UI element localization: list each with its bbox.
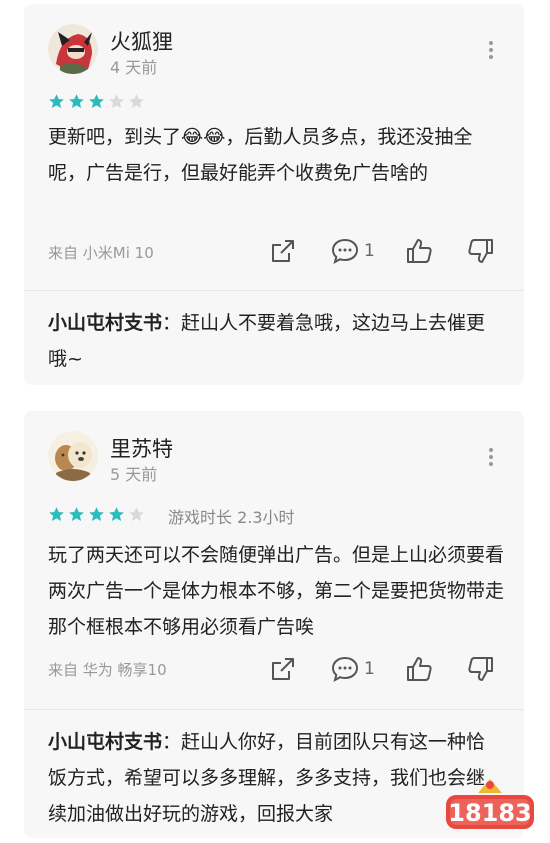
avatar[interactable] xyxy=(48,431,98,481)
comment-button[interactable]: 1 xyxy=(330,234,375,268)
star-icon xyxy=(49,507,64,521)
like-button[interactable] xyxy=(404,234,434,268)
developer-reply: 小山屯村支书：赶山人不要着急哦，这边马上去催更哦~ xyxy=(48,305,500,377)
review-actions: 1 xyxy=(268,652,498,686)
username[interactable]: 里苏特 xyxy=(110,433,173,463)
rating-stars xyxy=(48,506,145,523)
more-vertical-icon[interactable] xyxy=(488,38,494,62)
star-icon xyxy=(109,94,124,108)
star-icon xyxy=(89,94,104,108)
device-info: 来自 华为 畅享10 xyxy=(48,661,167,679)
share-button[interactable] xyxy=(268,234,298,268)
watermark-logo: 18183 xyxy=(444,777,536,833)
reply-separator: ： xyxy=(162,731,182,753)
watermark-icon: 18183 xyxy=(446,779,534,829)
star-icon xyxy=(89,507,104,521)
share-icon xyxy=(272,240,294,262)
device-info: 来自 小米Mi 10 xyxy=(48,244,154,262)
username[interactable]: 火狐狸 xyxy=(110,26,173,56)
review-actions: 1 xyxy=(268,234,498,268)
review-text: 玩了两天还可以不会随便弹出广告。但是上山必须要看两次广告一个是体力根本不够，第二… xyxy=(48,544,505,638)
star-icon xyxy=(129,94,144,108)
more-vertical-icon[interactable] xyxy=(488,445,494,469)
thumb-up-icon xyxy=(407,239,432,263)
avatar[interactable] xyxy=(48,24,98,74)
review-card: 火狐狸 4 天前 更新吧，到头了😂😂，后勤人员多点，我还没抽全呢，广告是行，但最… xyxy=(24,4,524,385)
reply-author[interactable]: 小山屯村支书 xyxy=(48,731,162,753)
playtime: 游戏时长 2.3小时 xyxy=(168,508,295,527)
comment-icon xyxy=(331,238,359,265)
comment-count: 1 xyxy=(364,659,375,679)
comment-button[interactable]: 1 xyxy=(330,652,375,686)
comment-count: 1 xyxy=(364,241,375,261)
thumb-down-icon xyxy=(468,239,493,263)
divider xyxy=(24,709,524,710)
divider xyxy=(24,290,524,291)
star-icon xyxy=(129,507,144,521)
share-button[interactable] xyxy=(268,652,298,686)
dislike-button[interactable] xyxy=(466,234,496,268)
star-icon xyxy=(109,507,124,521)
star-icon xyxy=(49,94,64,108)
watermark-text: 18183 xyxy=(448,799,532,827)
developer-reply: 小山屯村支书：赶山人你好，目前团队只有这一种恰饭方式，希望可以多多理解，多多支持… xyxy=(48,724,500,832)
like-button[interactable] xyxy=(404,652,434,686)
review-card: 里苏特 5 天前 游戏时长 2.3小时 玩了两天还可以不会随便弹出广告。但是上山… xyxy=(24,411,524,838)
star-icon xyxy=(69,507,84,521)
review-text: 更新吧，到头了😂😂，后勤人员多点，我还没抽全呢，广告是行，但最好能弄个收费免广告… xyxy=(48,126,473,184)
reply-author[interactable]: 小山屯村支书 xyxy=(48,312,162,334)
thumb-down-icon xyxy=(468,657,493,681)
comment-icon xyxy=(331,656,359,683)
reply-separator: ： xyxy=(162,312,182,334)
star-icon xyxy=(69,94,84,108)
dislike-button[interactable] xyxy=(466,652,496,686)
review-date: 4 天前 xyxy=(110,58,158,77)
avatar-image xyxy=(48,24,98,74)
avatar-image xyxy=(48,431,98,481)
thumb-up-icon xyxy=(407,657,432,681)
share-icon xyxy=(272,658,294,680)
review-date: 5 天前 xyxy=(110,465,158,484)
rating-stars xyxy=(48,93,145,110)
